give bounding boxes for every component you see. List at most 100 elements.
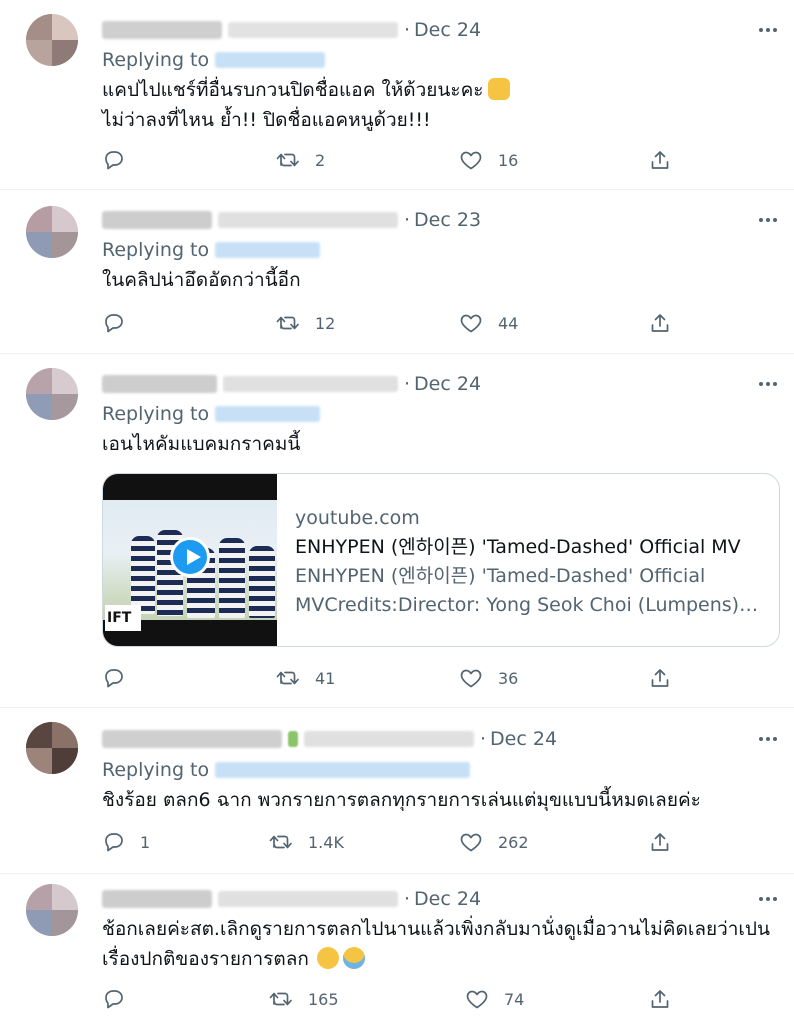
- reply-button[interactable]: [102, 665, 140, 691]
- avatar[interactable]: [26, 884, 78, 936]
- retweet-button[interactable]: 12: [275, 310, 335, 336]
- reply-button[interactable]: [102, 986, 140, 1012]
- like-button[interactable]: 16: [458, 147, 518, 173]
- link-card[interactable]: IFT youtube.com ENHYPEN (엔하이픈) 'Tamed-Da…: [102, 473, 780, 647]
- reply-button[interactable]: [102, 147, 140, 173]
- like-count: 36: [498, 668, 519, 688]
- replying-to: Replying to: [102, 757, 471, 783]
- tweet-actions: 165 74: [102, 986, 682, 1012]
- more-options-button[interactable]: [756, 18, 780, 42]
- like-button[interactable]: 36: [458, 665, 518, 691]
- replying-to-label: Replying to: [102, 403, 210, 425]
- retweet-icon: [269, 835, 292, 849]
- tweet[interactable]: · Dec 23 Replying to ในคลิปน่าอึดอัดกว่า…: [0, 190, 794, 354]
- tweet-date[interactable]: Dec 23: [414, 209, 481, 231]
- tweet-text: แคปไปแชร์ที่อื่นรบกวนปิดชื่อแอค ให้ด้วยน…: [102, 75, 774, 135]
- avatar[interactable]: [26, 14, 78, 66]
- heart-icon: [466, 990, 488, 1009]
- share-button[interactable]: [648, 986, 672, 1012]
- share-button[interactable]: [648, 147, 672, 173]
- author-name[interactable]: [102, 730, 282, 748]
- share-icon: [651, 990, 669, 1008]
- like-button[interactable]: 44: [458, 310, 518, 336]
- author-name[interactable]: [102, 211, 212, 229]
- tweet-text-line: เอนไหคัมแบคมกราคมนี้: [102, 433, 301, 455]
- more-options-button[interactable]: [756, 727, 780, 751]
- author-handle[interactable]: [218, 212, 398, 228]
- heart-icon: [460, 833, 482, 852]
- like-button[interactable]: 74: [464, 986, 524, 1012]
- retweet-icon: [269, 992, 292, 1006]
- frowning-face-icon: [316, 947, 339, 969]
- more-options-button[interactable]: [756, 887, 780, 911]
- tweet-actions: 41 36: [102, 665, 682, 691]
- replying-to-label: Replying to: [102, 239, 210, 261]
- replying-to: Replying to: [102, 401, 321, 427]
- avatar[interactable]: [26, 206, 78, 258]
- share-button[interactable]: [648, 310, 672, 336]
- replying-to-handle[interactable]: [215, 406, 321, 422]
- tweet-text: เอนไหคัมแบคมกราคมนี้: [102, 429, 774, 459]
- retweet-button[interactable]: 41: [275, 665, 335, 691]
- author-handle[interactable]: [223, 376, 398, 392]
- author-name[interactable]: [102, 890, 212, 908]
- link-description: ENHYPEN (엔하이픈) 'Tamed-Dashed' Official: [295, 565, 706, 587]
- tweet-text: ในคลิปน่าอึดอัดกว่านี้อีก: [102, 265, 774, 295]
- author-handle[interactable]: [304, 731, 474, 747]
- avatar[interactable]: [26, 722, 78, 774]
- tweet-actions: 12 44: [102, 310, 682, 336]
- video-thumbnail[interactable]: IFT: [103, 474, 277, 646]
- avatar[interactable]: [26, 368, 78, 420]
- retweet-icon: [276, 153, 299, 167]
- tweet-text: ชิงร้อย ตลก6 ฉาก พวกรายการตลกทุกรายการเล…: [102, 785, 774, 815]
- author-name[interactable]: [102, 21, 222, 39]
- reply-icon: [105, 314, 123, 333]
- crying-face-icon: [342, 947, 365, 969]
- tweet[interactable]: · Dec 24 Replying to แคปไปแชร์ที่อื่นรบก…: [0, 0, 794, 190]
- tweet[interactable]: · Dec 24 ช้อกเลยค่ะสต.เลิกดูรายการตลกไปน…: [0, 874, 794, 1024]
- tweet-header: · Dec 24: [102, 726, 557, 752]
- folded-hands-icon: [487, 78, 510, 100]
- tweet-header: · Dec 24: [102, 17, 481, 43]
- share-button[interactable]: [648, 665, 672, 691]
- tweet-text-line: ชิงร้อย ตลก6 ฉาก พวกรายการตลกทุกรายการเล…: [102, 789, 701, 811]
- more-options-button[interactable]: [756, 372, 780, 396]
- tweet-header: · Dec 24: [102, 371, 481, 397]
- heart-icon: [460, 669, 482, 688]
- author-handle[interactable]: [228, 22, 398, 38]
- tweet-date[interactable]: Dec 24: [414, 19, 481, 41]
- tweet-text-line: ช้อกเลยค่ะสต.เลิกดูรายการตลกไปนานแล้วเพิ…: [102, 918, 770, 940]
- retweet-button[interactable]: 2: [275, 147, 325, 173]
- author-name[interactable]: [102, 375, 217, 393]
- tweet[interactable]: · Dec 24 Replying to เอนไหคัมแบคมกราคมนี…: [0, 354, 794, 708]
- tweet-actions: 1 1.4K 262: [102, 829, 682, 855]
- retweet-button[interactable]: 165: [268, 986, 339, 1012]
- tweet-date[interactable]: Dec 24: [414, 373, 481, 395]
- replying-to-label: Replying to: [102, 49, 210, 71]
- reply-button[interactable]: [102, 310, 140, 336]
- like-button[interactable]: 262: [458, 829, 529, 855]
- like-count: 44: [498, 313, 519, 333]
- replying-to-handle[interactable]: [215, 242, 321, 258]
- share-button[interactable]: [648, 829, 672, 855]
- author-handle[interactable]: [218, 891, 398, 907]
- play-icon[interactable]: [170, 537, 210, 577]
- like-count: 74: [504, 989, 525, 1009]
- replying-to-handle[interactable]: [215, 762, 471, 778]
- replying-to-handle[interactable]: [215, 52, 326, 68]
- like-count: 16: [498, 150, 519, 170]
- heart-icon: [460, 151, 482, 170]
- retweet-button[interactable]: 1.4K: [268, 829, 344, 855]
- more-options-button[interactable]: [756, 208, 780, 232]
- tweet-date[interactable]: Dec 24: [414, 888, 481, 910]
- tweet-date[interactable]: Dec 24: [490, 728, 557, 750]
- reply-button[interactable]: 1: [102, 829, 150, 855]
- link-card-body: youtube.com ENHYPEN (엔하이픈) 'Tamed-Dashed…: [295, 504, 763, 620]
- tweet-header: · Dec 23: [102, 207, 481, 233]
- retweet-count: 1.4K: [308, 832, 344, 852]
- replying-to: Replying to: [102, 47, 326, 73]
- heart-icon: [460, 314, 482, 333]
- share-icon: [651, 314, 669, 332]
- tweet-text-line: แคปไปแชร์ที่อื่นรบกวนปิดชื่อแอค ให้ด้วยน…: [102, 79, 484, 101]
- tweet[interactable]: · Dec 24 Replying to ชิงร้อย ตลก6 ฉาก พว…: [0, 708, 794, 874]
